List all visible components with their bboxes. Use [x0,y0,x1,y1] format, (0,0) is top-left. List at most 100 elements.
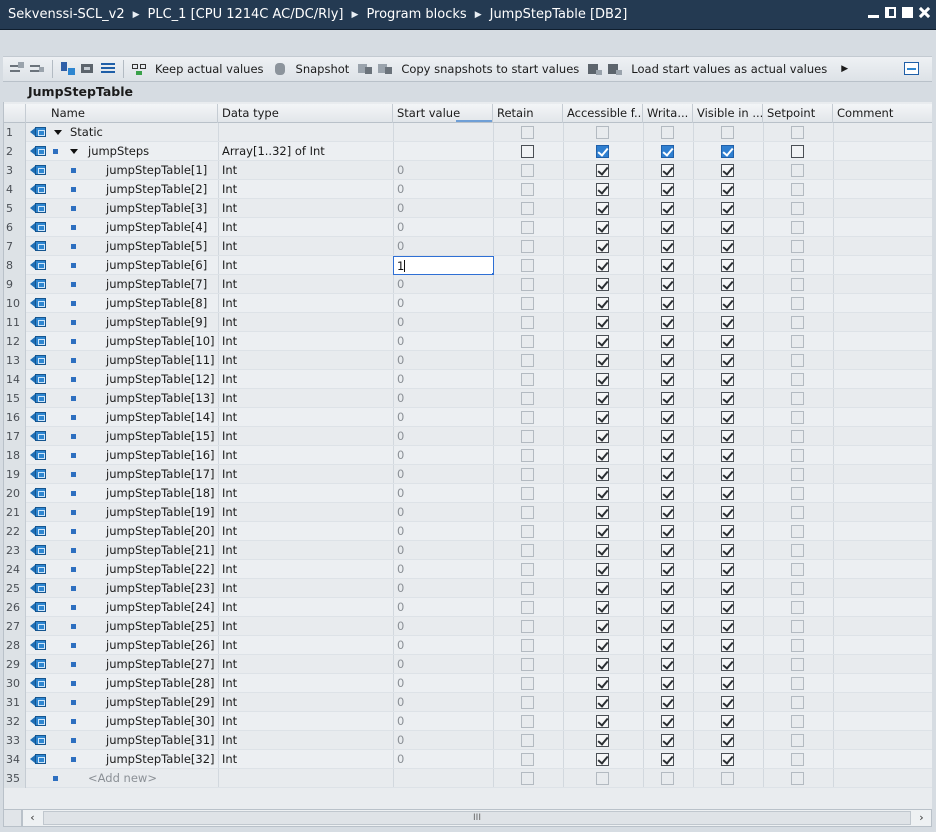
row-name[interactable]: jumpStepTable[10] [106,332,215,351]
row-name[interactable]: jumpStepTable[3] [106,199,207,218]
data-type-cell[interactable]: Int [222,598,237,617]
snapshot-icon[interactable] [272,62,288,76]
start-value-cell[interactable]: 0 [397,712,404,731]
data-type-cell[interactable]: Int [222,712,237,731]
start-value-input[interactable]: 1 [393,256,494,275]
writable-checkbox[interactable] [661,240,674,253]
row-name[interactable]: jumpStepTable[17] [106,465,215,484]
data-type-cell[interactable]: Int [222,427,237,446]
row-name[interactable]: jumpStepTable[23] [106,579,215,598]
table-row[interactable]: 27 jumpStepTable[25] Int 0 [4,617,932,636]
retain-checkbox[interactable] [521,354,534,367]
setpoint-checkbox[interactable] [791,145,804,158]
writable-checkbox[interactable] [661,278,674,291]
start-value-cell[interactable]: 0 [397,522,404,541]
retain-checkbox[interactable] [521,506,534,519]
writable-checkbox[interactable] [661,316,674,329]
start-value-cell[interactable]: 0 [397,579,404,598]
accessible-checkbox[interactable] [596,639,609,652]
data-type-cell[interactable]: Int [222,332,237,351]
writable-checkbox[interactable] [661,430,674,443]
retain-checkbox[interactable] [521,639,534,652]
row-number[interactable]: 33 [4,731,26,750]
row-number[interactable]: 25 [4,579,26,598]
row-number[interactable]: 3 [4,161,26,180]
setpoint-checkbox[interactable] [791,563,804,576]
row-name[interactable]: jumpStepTable[19] [106,503,215,522]
table-row[interactable]: 26 jumpStepTable[24] Int 0 [4,598,932,617]
snapshot-button[interactable]: Snapshot [292,62,354,76]
start-value-cell[interactable]: 0 [397,332,404,351]
row-name[interactable]: jumpStepTable[12] [106,370,215,389]
maximize-icon[interactable] [902,7,913,18]
writable-checkbox[interactable] [661,449,674,462]
writable-checkbox[interactable] [661,202,674,215]
setpoint-checkbox[interactable] [791,658,804,671]
load-start-values-button[interactable]: Load start values as actual values [627,62,831,76]
accessible-checkbox[interactable] [596,734,609,747]
row-name[interactable]: jumpStepTable[15] [106,427,215,446]
visible-checkbox[interactable] [721,525,734,538]
load-start-icon[interactable] [587,62,603,76]
row-number[interactable]: 22 [4,522,26,541]
retain-checkbox[interactable] [521,221,534,234]
add-new-row[interactable]: <Add new> [88,769,157,788]
row-number[interactable]: 13 [4,351,26,370]
setpoint-checkbox[interactable] [791,240,804,253]
table-row[interactable]: 25 jumpStepTable[23] Int 0 [4,579,932,598]
visible-checkbox[interactable] [721,468,734,481]
row-number[interactable]: 6 [4,218,26,237]
accessible-checkbox[interactable] [596,164,609,177]
expand-triangle-icon[interactable] [70,149,78,154]
row-number[interactable]: 20 [4,484,26,503]
start-value-cell[interactable]: 0 [397,465,404,484]
accessible-checkbox[interactable] [596,430,609,443]
row-name[interactable]: jumpStepTable[1] [106,161,207,180]
row-number[interactable]: 17 [4,427,26,446]
copy-snapshots-button[interactable]: Copy snapshots to start values [397,62,583,76]
start-value-cell[interactable]: 0 [397,503,404,522]
data-type-cell[interactable]: Int [222,313,237,332]
data-type-cell[interactable]: Int [222,465,237,484]
row-number[interactable]: 27 [4,617,26,636]
row-name[interactable]: jumpStepTable[7] [106,275,207,294]
data-type-cell[interactable]: Int [222,731,237,750]
visible-checkbox[interactable] [721,221,734,234]
row-number[interactable]: 32 [4,712,26,731]
table-row[interactable]: 28 jumpStepTable[26] Int 0 [4,636,932,655]
data-type-cell[interactable]: Int [222,560,237,579]
setpoint-checkbox[interactable] [791,316,804,329]
accessible-checkbox[interactable] [596,544,609,557]
visible-checkbox[interactable] [721,563,734,576]
accessible-checkbox[interactable] [596,297,609,310]
retain-checkbox[interactable] [521,392,534,405]
retain-checkbox[interactable] [521,715,534,728]
setpoint-checkbox[interactable] [791,449,804,462]
visible-checkbox[interactable] [721,582,734,595]
setpoint-checkbox[interactable] [791,487,804,500]
visible-checkbox[interactable] [721,487,734,500]
accessible-checkbox[interactable] [596,259,609,272]
row-name[interactable]: jumpStepTable[30] [106,712,215,731]
retain-checkbox[interactable] [521,582,534,595]
start-value-cell[interactable]: 0 [397,294,404,313]
row-name[interactable]: jumpStepTable[4] [106,218,207,237]
setpoint-checkbox[interactable] [791,392,804,405]
setpoint-checkbox[interactable] [791,753,804,766]
visible-checkbox[interactable] [721,335,734,348]
table-row[interactable]: 4 jumpStepTable[2] Int 0 [4,180,932,199]
accessible-checkbox[interactable] [596,449,609,462]
table-row[interactable]: 9 jumpStepTable[7] Int 0 [4,275,932,294]
setpoint-checkbox[interactable] [791,164,804,177]
retain-checkbox[interactable] [521,772,534,785]
row-number[interactable]: 18 [4,446,26,465]
row-number[interactable]: 30 [4,674,26,693]
writable-checkbox[interactable] [661,734,674,747]
retain-checkbox[interactable] [521,601,534,614]
visible-checkbox[interactable] [721,620,734,633]
row-name[interactable]: jumpStepTable[26] [106,636,215,655]
row-number[interactable]: 21 [4,503,26,522]
table-row[interactable]: 8 jumpStepTable[6] Int 1 [4,256,932,275]
row-name[interactable]: jumpStepTable[24] [106,598,215,617]
table-row[interactable]: 32 jumpStepTable[30] Int 0 [4,712,932,731]
